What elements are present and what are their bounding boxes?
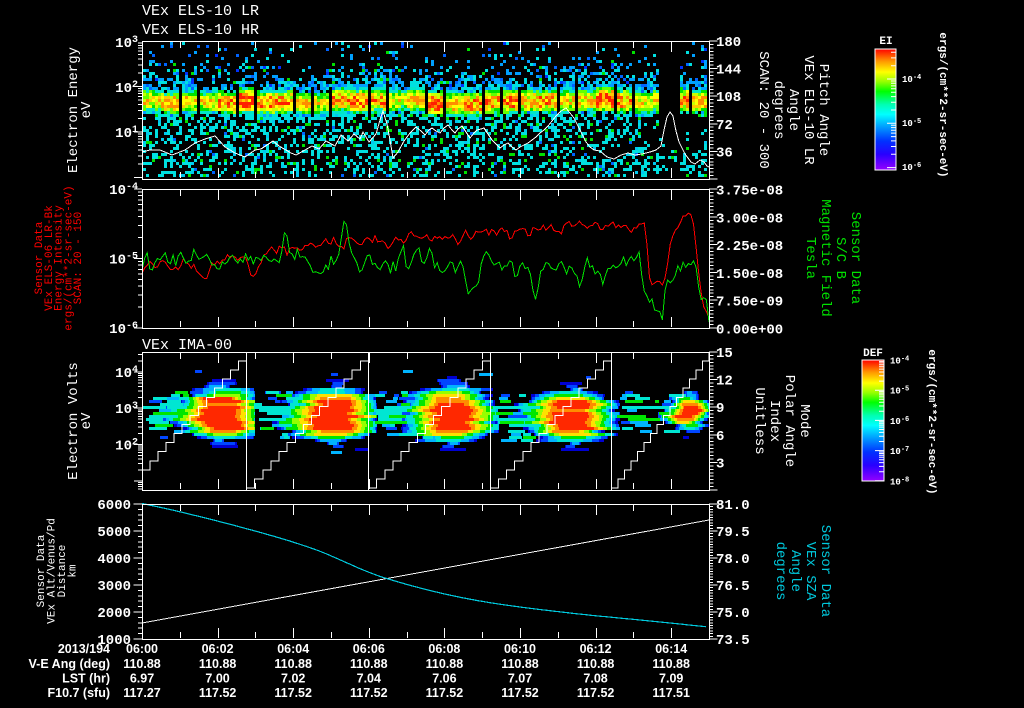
svg-text:110.88: 110.88 <box>652 657 690 671</box>
svg-text:81.0: 81.0 <box>716 498 750 514</box>
svg-text:110.88: 110.88 <box>199 657 237 671</box>
svg-text:Sensor Data: Sensor Data <box>817 525 833 617</box>
svg-text:2000: 2000 <box>97 606 131 622</box>
svg-text:2.25e-08: 2.25e-08 <box>716 239 783 255</box>
svg-text:3.00e-08: 3.00e-08 <box>716 211 783 227</box>
svg-text:72: 72 <box>716 118 733 134</box>
svg-text:117.52: 117.52 <box>426 686 464 700</box>
svg-text:117.52: 117.52 <box>274 686 312 700</box>
svg-text:SCAN: 20 - 300: SCAN: 20 - 300 <box>755 51 771 169</box>
svg-text:110.88: 110.88 <box>577 657 615 671</box>
svg-text:Angle: Angle <box>785 89 801 131</box>
svg-text:75.0: 75.0 <box>716 606 750 622</box>
svg-text:7.08: 7.08 <box>583 671 607 685</box>
svg-text:117.52: 117.52 <box>577 686 615 700</box>
svg-text:4000: 4000 <box>97 552 131 568</box>
svg-text:VEx ELS-10 LR: VEx ELS-10 LR <box>142 3 259 20</box>
svg-text:110.88: 110.88 <box>501 657 539 671</box>
svg-text:79.5: 79.5 <box>716 525 750 541</box>
svg-text:7.50e-09: 7.50e-09 <box>716 295 783 311</box>
svg-text:117.52: 117.52 <box>199 686 237 700</box>
svg-text:36: 36 <box>716 145 733 161</box>
svg-text:06:14: 06:14 <box>655 642 687 656</box>
svg-text:7.09: 7.09 <box>659 671 683 685</box>
svg-text:3000: 3000 <box>97 579 131 595</box>
svg-text:VEx ELS-10 HR: VEx ELS-10 HR <box>142 22 259 39</box>
svg-text:7.06: 7.06 <box>432 671 456 685</box>
svg-text:V-E Ang (deg): V-E Ang (deg) <box>29 657 110 671</box>
svg-text:117.27: 117.27 <box>123 686 161 700</box>
svg-text:km: km <box>68 564 80 578</box>
svg-text:ergs/(cm**2-sr-sec-eV): ergs/(cm**2-sr-sec-eV) <box>936 32 948 177</box>
svg-text:06:12: 06:12 <box>580 642 612 656</box>
svg-text:06:00: 06:00 <box>126 642 158 656</box>
svg-text:06:04: 06:04 <box>277 642 309 656</box>
svg-text:108: 108 <box>716 90 741 106</box>
svg-text:180: 180 <box>716 35 741 51</box>
svg-text:7.04: 7.04 <box>357 671 381 685</box>
svg-text:7.00: 7.00 <box>205 671 229 685</box>
svg-text:LST (hr): LST (hr) <box>62 671 110 685</box>
svg-text:eV: eV <box>79 101 95 118</box>
svg-text:78.0: 78.0 <box>716 552 750 568</box>
svg-text:3.75e-08: 3.75e-08 <box>716 184 783 200</box>
svg-text:0.00e+00: 0.00e+00 <box>716 323 783 339</box>
svg-text:117.52: 117.52 <box>501 686 539 700</box>
svg-text:3: 3 <box>716 456 724 472</box>
svg-text:7.07: 7.07 <box>508 671 532 685</box>
svg-text:6.97: 6.97 <box>130 671 154 685</box>
svg-text:9: 9 <box>716 401 724 417</box>
svg-text:5000: 5000 <box>97 525 131 541</box>
svg-text:F10.7 (sfu): F10.7 (sfu) <box>47 686 110 700</box>
svg-text:110.88: 110.88 <box>123 657 161 671</box>
svg-text:degrees: degrees <box>770 81 786 140</box>
svg-text:117.51: 117.51 <box>652 686 690 700</box>
svg-text:76.5: 76.5 <box>716 579 750 595</box>
svg-text:06:02: 06:02 <box>202 642 234 656</box>
svg-text:1.50e-08: 1.50e-08 <box>716 267 783 283</box>
svg-text:DEF: DEF <box>863 348 883 360</box>
svg-text:110.88: 110.88 <box>350 657 388 671</box>
svg-text:144: 144 <box>716 63 741 79</box>
svg-text:2013/194: 2013/194 <box>58 642 110 656</box>
svg-text:06:06: 06:06 <box>353 642 385 656</box>
svg-text:Mode: Mode <box>796 404 812 438</box>
svg-text:SCAN: 20 - 150: SCAN: 20 - 150 <box>73 212 85 304</box>
svg-text:110.88: 110.88 <box>274 657 312 671</box>
svg-text:06:10: 06:10 <box>504 642 536 656</box>
svg-text:6000: 6000 <box>97 498 131 514</box>
svg-text:Magnetic Field: Magnetic Field <box>817 199 833 317</box>
svg-text:Angle: Angle <box>787 550 803 592</box>
svg-text:7.02: 7.02 <box>281 671 305 685</box>
svg-text:eV: eV <box>79 412 95 429</box>
svg-text:73.5: 73.5 <box>716 633 750 649</box>
svg-text:Pitch Angle: Pitch Angle <box>815 64 831 156</box>
svg-text:06:08: 06:08 <box>428 642 460 656</box>
svg-text:VEx ELS-10 LR: VEx ELS-10 LR <box>800 55 816 165</box>
svg-text:VEx IMA-00: VEx IMA-00 <box>142 337 232 354</box>
svg-text:Index: Index <box>766 400 782 442</box>
svg-text:12: 12 <box>716 374 733 390</box>
svg-text:110.88: 110.88 <box>426 657 464 671</box>
svg-text:Sensor Data: Sensor Data <box>847 212 863 304</box>
svg-text:degrees: degrees <box>772 542 788 601</box>
svg-text:15: 15 <box>716 346 733 362</box>
svg-text:VEx SZA: VEx SZA <box>802 542 818 601</box>
svg-text:Tesla: Tesla <box>802 237 818 279</box>
svg-text:Polar Angle: Polar Angle <box>781 375 797 467</box>
svg-text:117.52: 117.52 <box>350 686 388 700</box>
svg-text:Unitless: Unitless <box>751 387 767 454</box>
svg-text:EI: EI <box>879 36 892 48</box>
svg-text:ergs/(cm**2-sr-sec-eV): ergs/(cm**2-sr-sec-eV) <box>925 349 937 494</box>
svg-text:S/C B: S/C B <box>832 237 848 279</box>
svg-text:6: 6 <box>716 429 724 445</box>
